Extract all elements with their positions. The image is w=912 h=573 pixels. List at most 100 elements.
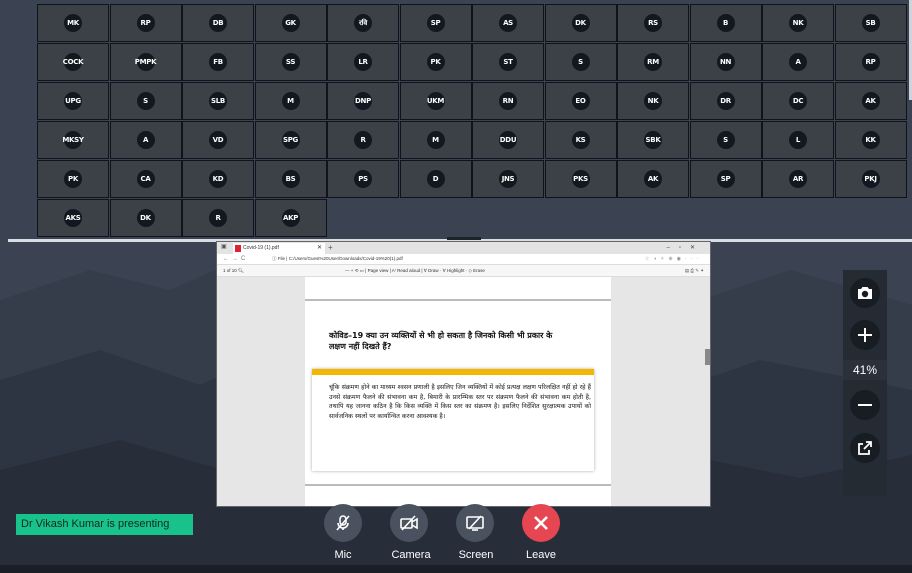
url-text: C:/Users/Guest%20User/Downloads/Covid-19… [288, 256, 403, 261]
participant-tile[interactable]: PK [37, 160, 109, 198]
leave-button[interactable] [522, 504, 560, 542]
participant-tile[interactable]: AR [762, 160, 834, 198]
mic-button[interactable] [324, 504, 362, 542]
participant-tile[interactable]: LR [327, 43, 399, 81]
participant-tile[interactable]: PMPK [109, 43, 182, 81]
participant-tile[interactable]: A [762, 43, 834, 81]
participant-avatar: GK [281, 14, 300, 32]
participant-tile[interactable]: DDU [472, 121, 544, 159]
window-controls[interactable]: –▫✕ [667, 242, 705, 254]
address-url[interactable]: ⓘ File | C:/Users/Guest%20User/Downloads… [272, 255, 403, 263]
participant-tile[interactable]: EO [544, 82, 617, 120]
participant-tile[interactable]: SS [254, 43, 327, 81]
scroll-thumb[interactable] [705, 349, 710, 365]
page-indicator[interactable]: 1 of 10 🔍︎ [223, 265, 244, 276]
participant-avatar: DB [209, 14, 227, 32]
participant-tile[interactable]: SLB [182, 82, 254, 120]
participant-tile[interactable]: PS [327, 160, 399, 198]
pdf-document-area: कोविड–19 क्या उन व्यक्तियों से भी हो सकत… [217, 277, 710, 506]
zoom-in-button[interactable] [850, 320, 880, 350]
close-tab-icon[interactable]: ✕ [317, 243, 322, 254]
participant-tile[interactable]: DK [109, 199, 182, 237]
new-tab-icon[interactable]: + [328, 242, 333, 254]
participant-tile[interactable]: PK [399, 43, 472, 81]
participant-avatar: SB [861, 14, 880, 32]
participant-tile[interactable]: R [327, 121, 399, 159]
participant-tile[interactable]: M [254, 82, 327, 120]
participant-tile[interactable]: AK [617, 160, 689, 198]
zoom-out-button[interactable] [850, 390, 880, 420]
camera-button[interactable] [390, 504, 428, 542]
participant-avatar: UKM [426, 92, 445, 110]
participant-tile[interactable]: A [109, 121, 182, 159]
participant-tile[interactable]: RM [617, 43, 689, 81]
participant-tile[interactable]: PKJ [834, 160, 907, 198]
participant-tile[interactable]: COCK [37, 43, 109, 81]
participant-tile[interactable]: रवि [327, 4, 399, 42]
participant-tile[interactable]: KD [182, 160, 254, 198]
participant-tile[interactable]: RS [617, 4, 689, 42]
participant-tile[interactable]: L [762, 121, 834, 159]
participant-avatar: A [136, 131, 155, 149]
participant-tile[interactable]: NN [689, 43, 762, 81]
participant-tile[interactable]: PKS [544, 160, 617, 198]
snapshot-button[interactable] [850, 278, 880, 308]
participant-tile[interactable]: VD [182, 121, 254, 159]
participant-tile[interactable]: MKSY [37, 121, 109, 159]
nav-buttons[interactable]: ←→C [223, 254, 248, 264]
popout-button[interactable] [850, 433, 880, 463]
participant-tile[interactable]: DC [762, 82, 834, 120]
participant-tile[interactable]: KK [834, 121, 907, 159]
participant-tile[interactable]: SP [399, 4, 472, 42]
screen-share-button[interactable] [456, 504, 494, 542]
participant-tile[interactable]: DR [689, 82, 762, 120]
participant-tile[interactable]: NK [762, 4, 834, 42]
participant-tile[interactable]: BS [254, 160, 327, 198]
participant-tile[interactable]: DNP [327, 82, 399, 120]
participant-tile[interactable]: SP [689, 160, 762, 198]
browser-extension-icons[interactable]: ☆◑✧⊕◉··· [645, 254, 702, 264]
participant-tile[interactable]: R [182, 199, 254, 237]
participant-tile[interactable]: GK [254, 4, 327, 42]
participant-tile[interactable]: CA [109, 160, 182, 198]
pdf-tools[interactable]: — + ⟲ ▭ | Page view | A⁾ Read aloud | ∀ … [345, 265, 485, 276]
participant-tile[interactable]: SBK [617, 121, 689, 159]
participant-tile[interactable]: SB [834, 4, 907, 42]
participant-tile[interactable]: S [109, 82, 182, 120]
participant-tile[interactable]: RN [472, 82, 544, 120]
address-bar[interactable]: ←→C ⓘ File | C:/Users/Guest%20User/Downl… [217, 254, 710, 265]
participant-tile[interactable]: DK [544, 4, 617, 42]
tab-title: Covid-19 (1).pdf [243, 245, 279, 251]
participant-tile[interactable]: FB [182, 43, 254, 81]
participant-tile[interactable]: RP [109, 4, 182, 42]
participant-tile[interactable]: S [544, 43, 617, 81]
participant-tile[interactable]: NK [617, 82, 689, 120]
participant-tile[interactable]: SPG [254, 121, 327, 159]
participant-tile[interactable]: UKM [399, 82, 472, 120]
participant-tile[interactable]: B [689, 4, 762, 42]
window-menu-icon[interactable]: ▣ [221, 243, 227, 250]
participant-avatar: RP [136, 14, 155, 32]
participant-tile[interactable]: RP [834, 43, 907, 81]
camera-off-icon [400, 515, 418, 531]
divider-handle[interactable] [447, 237, 481, 240]
participant-tile[interactable]: ST [472, 43, 544, 81]
participant-avatar: AKS [64, 209, 82, 227]
participant-tile[interactable]: AKS [37, 199, 109, 237]
participant-avatar: AKP [281, 209, 300, 227]
mic-label: Mic [334, 549, 352, 561]
participant-tile[interactable]: JNS [472, 160, 544, 198]
participant-tile[interactable]: DB [182, 4, 254, 42]
pdf-extra-tools[interactable]: ▤ ⎙ ✎ ✦ [685, 265, 704, 276]
participant-tile[interactable]: S [689, 121, 762, 159]
participant-avatar: NN [716, 53, 735, 71]
participant-tile[interactable]: M [399, 121, 472, 159]
browser-tab[interactable]: Covid-19 (1).pdf ✕ [233, 243, 325, 254]
participant-tile[interactable]: AK [834, 82, 907, 120]
participant-tile[interactable]: KS [544, 121, 617, 159]
participant-tile[interactable]: MK [37, 4, 109, 42]
participant-tile[interactable]: UPG [37, 82, 109, 120]
participant-tile[interactable]: D [399, 160, 472, 198]
participant-tile[interactable]: AS [472, 4, 544, 42]
participant-tile[interactable]: AKP [254, 199, 327, 237]
